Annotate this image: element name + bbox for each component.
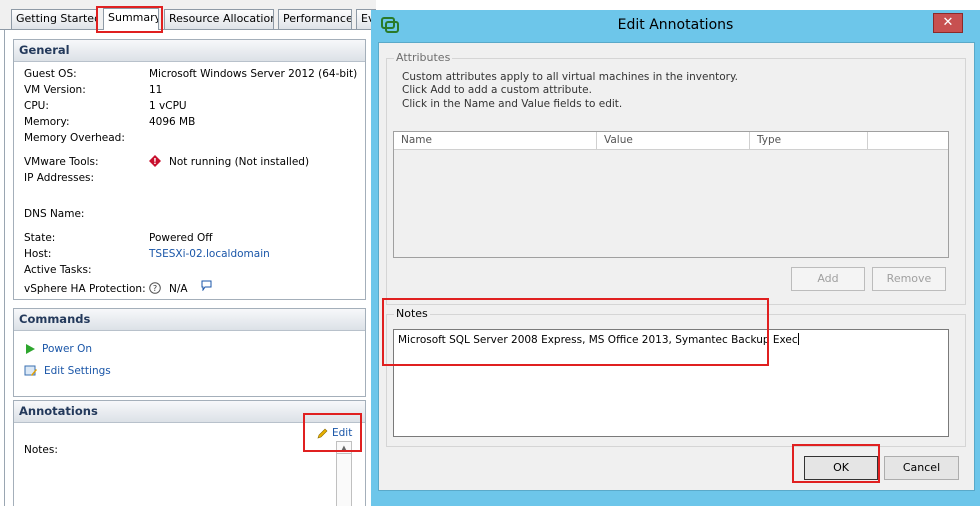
- svg-text:!: !: [153, 157, 157, 166]
- tab-getting-started[interactable]: Getting Started: [11, 9, 97, 29]
- power-on-label: Power On: [42, 343, 93, 355]
- cancel-button[interactable]: Cancel: [884, 456, 959, 480]
- attributes-group-label: Attributes: [394, 51, 453, 64]
- notes-label: Notes:: [24, 444, 58, 456]
- attributes-desc-1: Custom attributes apply to all virtual m…: [402, 71, 739, 83]
- dialog-body: Attributes Custom attributes apply to al…: [378, 42, 975, 491]
- pencil-icon: [317, 428, 328, 438]
- dialog-title-bar[interactable]: Edit Annotations ✕: [371, 10, 980, 42]
- notes-scrollbar[interactable]: ▲: [336, 441, 352, 506]
- commands-panel: Commands Power On Edit Settings: [13, 308, 366, 397]
- close-button[interactable]: ✕: [933, 13, 963, 33]
- tab-summary[interactable]: Summary: [103, 8, 159, 30]
- column-value[interactable]: Value: [597, 132, 750, 150]
- general-panel-title: General: [14, 40, 365, 62]
- remove-button[interactable]: Remove: [872, 267, 946, 291]
- column-name[interactable]: Name: [394, 132, 597, 150]
- cpu-label: CPU:: [24, 100, 49, 112]
- memory-overhead-label: Memory Overhead:: [24, 132, 125, 144]
- dns-name-label: DNS Name:: [24, 208, 85, 220]
- vm-version-value: 11: [149, 84, 163, 96]
- column-type[interactable]: Type: [750, 132, 868, 150]
- notes-textarea[interactable]: Microsoft SQL Server 2008 Express, MS Of…: [393, 329, 949, 437]
- dialog-title: Edit Annotations: [617, 17, 734, 33]
- active-tasks-label: Active Tasks:: [24, 264, 92, 276]
- tab-performance[interactable]: Performance: [278, 9, 352, 29]
- comment-icon[interactable]: [201, 280, 212, 294]
- vmware-tools-value: Not running (Not installed): [169, 156, 310, 168]
- edit-annotations-link[interactable]: Edit: [317, 427, 352, 439]
- annotations-panel: Annotations Edit Notes: ▲: [13, 400, 366, 506]
- general-panel: General Guest OS: Microsoft Windows Serv…: [13, 39, 366, 300]
- notes-value: Microsoft SQL Server 2008 Express, MS Of…: [398, 333, 799, 346]
- memory-value: 4096 MB: [149, 116, 196, 128]
- ha-protection-label: vSphere HA Protection:: [24, 283, 146, 295]
- attributes-table-header: Name Value Type: [394, 132, 948, 150]
- text-cursor: [797, 333, 799, 345]
- host-link[interactable]: TSESXi-02.localdomain: [149, 248, 270, 260]
- play-icon: [26, 344, 35, 354]
- svg-text:?: ?: [153, 284, 157, 293]
- notes-group-label: Notes: [394, 307, 430, 320]
- vmware-tools-label: VMware Tools:: [24, 156, 99, 168]
- guest-os-label: Guest OS:: [24, 68, 77, 80]
- tab-resource-allocation[interactable]: Resource Allocation: [164, 9, 274, 29]
- power-on-command[interactable]: Power On: [24, 343, 92, 355]
- attributes-table[interactable]: Name Value Type: [393, 131, 949, 258]
- cpu-value: 1 vCPU: [149, 100, 187, 112]
- host-label: Host:: [24, 248, 52, 260]
- help-icon[interactable]: ?: [149, 282, 161, 297]
- attributes-desc-3: Click in the Name and Value fields to ed…: [402, 98, 623, 110]
- ip-addresses-label: IP Addresses:: [24, 172, 95, 184]
- add-button[interactable]: Add: [791, 267, 865, 291]
- pane-divider: [4, 30, 5, 506]
- annotations-panel-title: Annotations: [14, 401, 365, 423]
- tab-bar: Getting Started Summary Resource Allocat…: [0, 0, 376, 30]
- edit-annotations-dialog: Edit Annotations ✕ Attributes Custom att…: [371, 10, 980, 506]
- edit-settings-label: Edit Settings: [44, 365, 111, 377]
- edit-label: Edit: [332, 427, 353, 439]
- commands-panel-title: Commands: [14, 309, 365, 331]
- scroll-up-icon[interactable]: ▲: [337, 442, 351, 454]
- edit-settings-command[interactable]: Edit Settings: [24, 365, 111, 377]
- state-value: Powered Off: [149, 232, 213, 244]
- vm-version-label: VM Version:: [24, 84, 86, 96]
- attributes-desc-2: Click Add to add a custom attribute.: [402, 84, 592, 96]
- ok-button[interactable]: OK: [804, 456, 878, 480]
- ha-protection-value: N/A: [169, 283, 188, 295]
- settings-icon: [24, 365, 37, 376]
- guest-os-value: Microsoft Windows Server 2012 (64-bit): [149, 68, 358, 80]
- warning-icon: !: [149, 155, 161, 170]
- memory-label: Memory:: [24, 116, 70, 128]
- state-label: State:: [24, 232, 56, 244]
